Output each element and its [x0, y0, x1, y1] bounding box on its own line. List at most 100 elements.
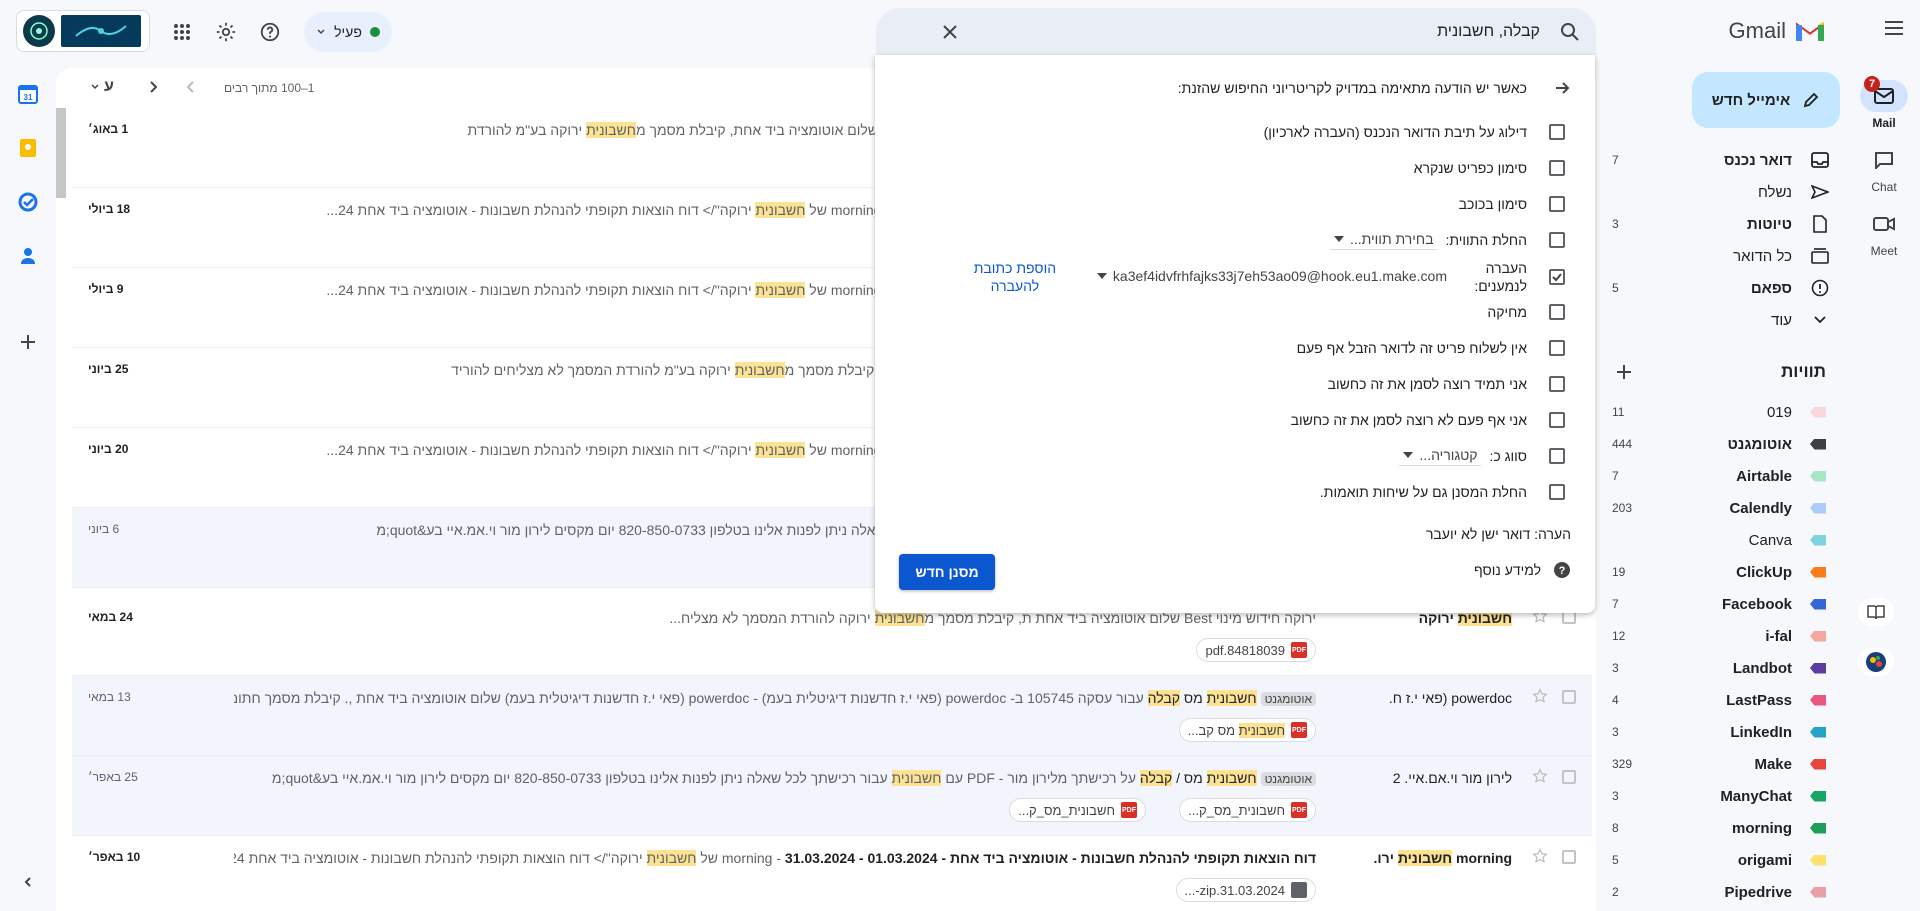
- categorize-checkbox[interactable]: [1549, 448, 1565, 464]
- option-delete[interactable]: מחיקה: [1487, 299, 1565, 325]
- attachment-chip[interactable]: PDF חשבונית מס קב...: [1178, 718, 1316, 742]
- option-skip-inbox[interactable]: דילוג על תיבת הדואר הנכנס (העברה לארכיון…: [1264, 119, 1565, 145]
- label-item[interactable]: ManyChat 3: [1612, 780, 1840, 812]
- rail-mail[interactable]: 7 Mail: [1848, 76, 1920, 130]
- chevron-left-icon[interactable]: [14, 868, 42, 896]
- never-important-checkbox[interactable]: [1549, 412, 1565, 428]
- label-item[interactable]: אוטומגנט 444: [1612, 428, 1840, 460]
- label-item[interactable]: Pipedrive 2: [1612, 876, 1840, 908]
- side-panel-book-icon[interactable]: [1858, 598, 1894, 626]
- nav-item-sent[interactable]: נשלח: [1612, 176, 1840, 208]
- org-logo: [61, 15, 141, 47]
- apply-label-checkbox[interactable]: [1549, 232, 1565, 248]
- nav-item-spam[interactable]: ספאם 5: [1612, 272, 1840, 304]
- table-row[interactable]: morning חשבונית ירו. דוח הוצאות תקופתי ל…: [72, 836, 1592, 911]
- label-item[interactable]: LastPass 4: [1612, 684, 1840, 716]
- star-icon[interactable]: [1532, 688, 1548, 704]
- addon-icon[interactable]: [1858, 648, 1894, 676]
- star-icon[interactable]: [1532, 768, 1548, 784]
- nav-item-more[interactable]: עוד: [1612, 304, 1840, 336]
- settings-gear-icon[interactable]: [206, 12, 246, 52]
- label-item[interactable]: LinkedIn 3: [1612, 716, 1840, 748]
- pagination-text: 1–100 מתוך רבים: [224, 81, 315, 95]
- select-lang-control[interactable]: ע: [90, 78, 114, 96]
- contacts-icon[interactable]: [14, 242, 42, 270]
- gmail-m-icon: [1795, 22, 1825, 41]
- clear-search-close-icon[interactable]: [938, 20, 962, 44]
- date: 24 במאי: [88, 610, 133, 624]
- option-always-important[interactable]: אני תמיד רוצה לסמן את זה כחשוב: [1328, 371, 1565, 397]
- option-mark-read[interactable]: סימון כפריט שנקרא: [1414, 155, 1565, 181]
- attachment-chip[interactable]: 31.03.2024.zip-...: [1175, 878, 1316, 902]
- forward-checkbox[interactable]: [1549, 269, 1565, 285]
- option-also-apply[interactable]: החלת המסנן גם על שיחות תואמות.: [1320, 479, 1565, 505]
- label-item[interactable]: Facebook 7: [1612, 588, 1840, 620]
- attachment-chip[interactable]: PDF חשבונית_מס_ק...: [1009, 798, 1146, 822]
- next-page-icon[interactable]: [146, 80, 160, 94]
- nav-item-drafts[interactable]: טיוטות 3: [1612, 208, 1840, 240]
- delete-checkbox[interactable]: [1549, 304, 1565, 320]
- category-select[interactable]: קטגוריה...: [1399, 447, 1482, 466]
- always-important-checkbox[interactable]: [1549, 376, 1565, 392]
- add-label-icon[interactable]: [1616, 364, 1632, 380]
- attachment-chip[interactable]: PDF חשבונית_מס_ק...: [1179, 798, 1316, 822]
- never-spam-checkbox[interactable]: [1549, 340, 1565, 356]
- search-input[interactable]: [980, 8, 1540, 56]
- add-forward-link[interactable]: הוספת כתובת להעברה: [967, 259, 1063, 295]
- back-arrow-icon[interactable]: [1553, 79, 1571, 97]
- star-icon[interactable]: [1532, 848, 1548, 864]
- label-item[interactable]: Make 329: [1612, 748, 1840, 780]
- keep-icon[interactable]: [14, 134, 42, 162]
- help-icon[interactable]: [250, 12, 290, 52]
- calendar-icon[interactable]: 31: [14, 80, 42, 108]
- prev-page-icon[interactable]: [184, 80, 198, 94]
- rail-meet[interactable]: Meet: [1848, 208, 1920, 258]
- label-tag-icon: [1810, 662, 1826, 674]
- avatar: [23, 15, 55, 47]
- row-checkbox[interactable]: [1562, 770, 1576, 784]
- attachment-chip[interactable]: PDF pdf.84818039: [1196, 638, 1316, 662]
- mark-read-checkbox[interactable]: [1549, 160, 1565, 176]
- status-selector[interactable]: פעיל: [304, 12, 392, 52]
- tasks-icon[interactable]: [14, 188, 42, 216]
- label-tag-icon: [1810, 822, 1826, 834]
- add-app-icon[interactable]: [14, 328, 42, 356]
- compose-button[interactable]: אימייל חדש: [1692, 72, 1840, 128]
- label-item[interactable]: morning 8: [1612, 812, 1840, 844]
- label-select[interactable]: בחירת תווית...: [1329, 231, 1438, 250]
- skip-inbox-checkbox[interactable]: [1549, 124, 1565, 140]
- label-item[interactable]: 019 11: [1612, 396, 1840, 428]
- search-icon[interactable]: [1558, 20, 1582, 44]
- label-item[interactable]: ClickUp 19: [1612, 556, 1840, 588]
- option-apply-label[interactable]: החלת התווית: בחירת תווית...: [1329, 227, 1565, 253]
- option-forward[interactable]: העברה לנמענים: ka3ef4idvfrhfajks33j7eh53…: [967, 255, 1565, 299]
- star-checkbox[interactable]: [1549, 196, 1565, 212]
- row-checkbox[interactable]: [1562, 850, 1576, 864]
- create-filter-button[interactable]: מסנן חדש: [899, 554, 995, 590]
- learn-more-link[interactable]: ? למידע נוסף: [1474, 557, 1571, 583]
- apps-grid-icon[interactable]: [162, 12, 202, 52]
- label-item[interactable]: Airtable 7: [1612, 460, 1840, 492]
- label-item[interactable]: Canva: [1612, 524, 1840, 556]
- table-row[interactable]: powerdoc (פאי י.ז ח. אוטומגנטחשבונית מס …: [72, 676, 1592, 756]
- row-checkbox[interactable]: [1562, 690, 1576, 704]
- option-never-important[interactable]: אני אף פעם לא רוצה לסמן את זה כחשוב: [1291, 407, 1565, 433]
- rail-chat[interactable]: Chat: [1848, 144, 1920, 194]
- labels-header: תוויות: [1616, 362, 1826, 382]
- forward-address-select[interactable]: ka3ef4idvfrhfajks33j7eh53ao09@hook.eu1.m…: [1093, 268, 1451, 286]
- label-item[interactable]: Landbot 3: [1612, 652, 1840, 684]
- nav-item-all-mail[interactable]: כל הדואר: [1612, 240, 1840, 272]
- label-item[interactable]: i-fal 12: [1612, 620, 1840, 652]
- label-item[interactable]: Calendly 203: [1612, 492, 1840, 524]
- option-star[interactable]: סימון בכוכב: [1459, 191, 1565, 217]
- table-row[interactable]: לירון מור וי.אם.איי. 2 אוטומגנטחשבונית מ…: [72, 756, 1592, 836]
- sender: morning חשבונית ירו.: [1373, 850, 1512, 866]
- option-categorize[interactable]: סווג כ: קטגוריה...: [1399, 443, 1565, 469]
- account-switcher[interactable]: [16, 10, 150, 52]
- also-apply-checkbox[interactable]: [1549, 484, 1565, 500]
- list-scrollbar[interactable]: [56, 108, 66, 198]
- option-never-spam[interactable]: אין לשלוח פריט זה לדואר הזבל אף פעם: [1297, 335, 1565, 361]
- nav-item-inbox[interactable]: דואר נכנס 7: [1612, 144, 1840, 176]
- label-item[interactable]: origami 5: [1612, 844, 1840, 876]
- label-tag-icon: [1810, 726, 1826, 738]
